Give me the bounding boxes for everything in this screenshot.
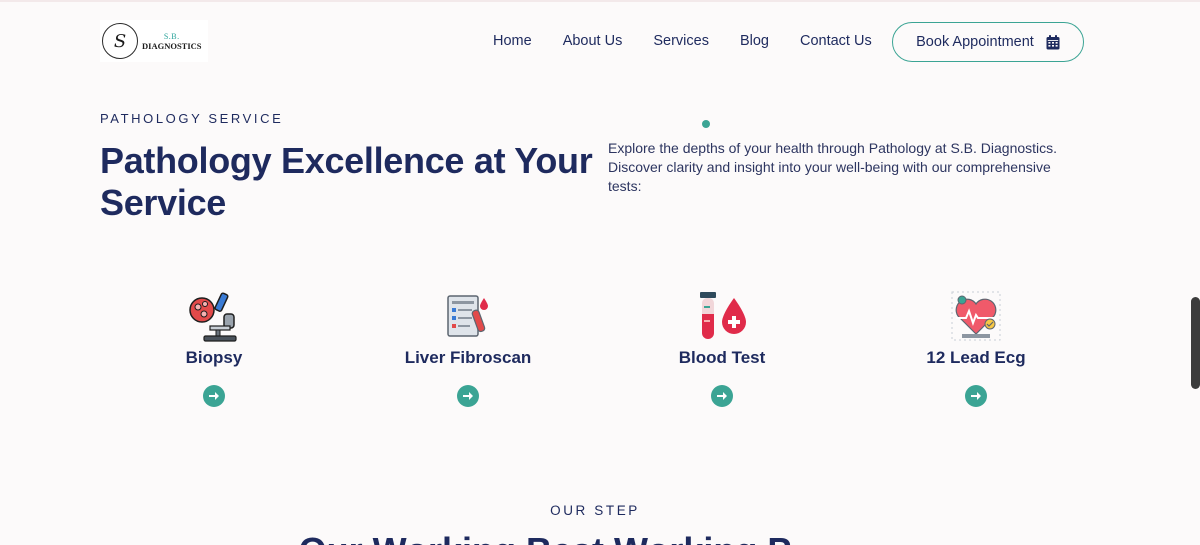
nav-blog[interactable]: Blog bbox=[740, 32, 769, 50]
test-tube-blood-icon bbox=[696, 290, 748, 342]
microscope-icon bbox=[188, 290, 240, 342]
logo-line1: S.B. bbox=[163, 31, 180, 41]
arrow-right-icon[interactable] bbox=[203, 385, 225, 407]
site-logo[interactable]: S S.B. DIAGNOSTICS bbox=[100, 20, 208, 62]
book-appointment-label: Book Appointment bbox=[916, 34, 1034, 50]
steps-title: Our Working Best Working P bbox=[0, 530, 1090, 545]
book-appointment-button[interactable]: Book Appointment bbox=[892, 22, 1084, 62]
arrow-right-icon[interactable] bbox=[711, 385, 733, 407]
decorative-dot bbox=[702, 120, 710, 128]
service-label: 12 Lead Ecg bbox=[926, 348, 1026, 367]
steps-eyebrow: OUR STEP bbox=[550, 503, 640, 518]
page-title: Pathology Excellence at Your Service bbox=[100, 140, 593, 223]
clipboard-report-icon bbox=[442, 290, 494, 342]
heart-ecg-icon bbox=[950, 290, 1002, 342]
nav-services[interactable]: Services bbox=[653, 32, 709, 50]
top-border bbox=[0, 0, 1200, 2]
section-eyebrow: PATHOLOGY SERVICE bbox=[100, 111, 284, 126]
arrow-right-icon[interactable] bbox=[457, 385, 479, 407]
service-card-12-lead-ecg[interactable]: 12 Lead Ecg bbox=[876, 290, 1076, 407]
nav-about-us[interactable]: About Us bbox=[563, 32, 623, 50]
service-card-blood-test[interactable]: Blood Test bbox=[622, 290, 822, 407]
service-card-biopsy[interactable]: Biopsy bbox=[114, 290, 314, 407]
service-label: Biopsy bbox=[185, 348, 243, 367]
main-nav: Home About Us Services Blog Contact Us bbox=[493, 32, 903, 50]
hero-description: Explore the depths of your health throug… bbox=[608, 140, 1058, 194]
service-card-liver-fibroscan[interactable]: Liver Fibroscan bbox=[368, 290, 568, 407]
service-label: Blood Test bbox=[678, 348, 766, 367]
nav-home[interactable]: Home bbox=[493, 32, 532, 50]
calendar-icon bbox=[1046, 34, 1060, 50]
logo-monogram: S bbox=[102, 23, 138, 59]
page-scrollbar[interactable] bbox=[1191, 297, 1200, 389]
logo-text: S.B. DIAGNOSTICS bbox=[142, 32, 202, 51]
arrow-right-icon[interactable] bbox=[965, 385, 987, 407]
logo-line2: DIAGNOSTICS bbox=[142, 40, 202, 51]
service-label: Liver Fibroscan bbox=[404, 348, 532, 367]
nav-contact-us[interactable]: Contact Us bbox=[800, 32, 872, 50]
